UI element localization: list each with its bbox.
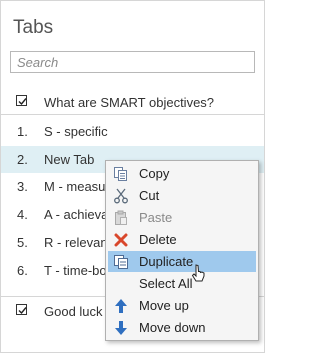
footer-item-label: Good luck — [44, 304, 103, 319]
menu-item-duplicate[interactable]: Duplicate — [108, 251, 256, 272]
footer-checkbox[interactable] — [16, 304, 27, 315]
menu-item-move-down[interactable]: Move down — [108, 317, 256, 338]
arrow-down-icon — [115, 321, 127, 335]
header-item-label: What are SMART objectives? — [44, 95, 215, 110]
menu-item-delete[interactable]: Delete — [108, 229, 256, 250]
arrow-up-icon — [115, 299, 127, 313]
search-input[interactable] — [10, 51, 255, 73]
scissors-icon — [114, 188, 128, 204]
list-item[interactable]: 1. S - specific — [1, 118, 264, 145]
menu-item-cut[interactable]: Cut — [108, 185, 256, 206]
checkmark-icon — [18, 98, 27, 106]
header-item[interactable]: What are SMART objectives? — [1, 89, 264, 115]
mouse-pointer-icon — [191, 264, 205, 282]
header-checkbox[interactable] — [16, 95, 27, 106]
clipboard-icon — [115, 210, 127, 225]
red-x-icon — [114, 233, 128, 247]
context-menu: Copy Cut Paste Delete Duplicate Select A… — [105, 160, 259, 341]
menu-item-select-all[interactable]: Select All — [108, 273, 256, 294]
checkmark-icon — [18, 307, 27, 315]
menu-item-paste[interactable]: Paste — [108, 207, 256, 228]
copy-icon — [114, 167, 127, 181]
menu-item-move-up[interactable]: Move up — [108, 295, 256, 316]
panel-title: Tabs — [13, 17, 54, 38]
duplicate-icon — [114, 255, 128, 269]
menu-item-copy[interactable]: Copy — [108, 163, 256, 184]
